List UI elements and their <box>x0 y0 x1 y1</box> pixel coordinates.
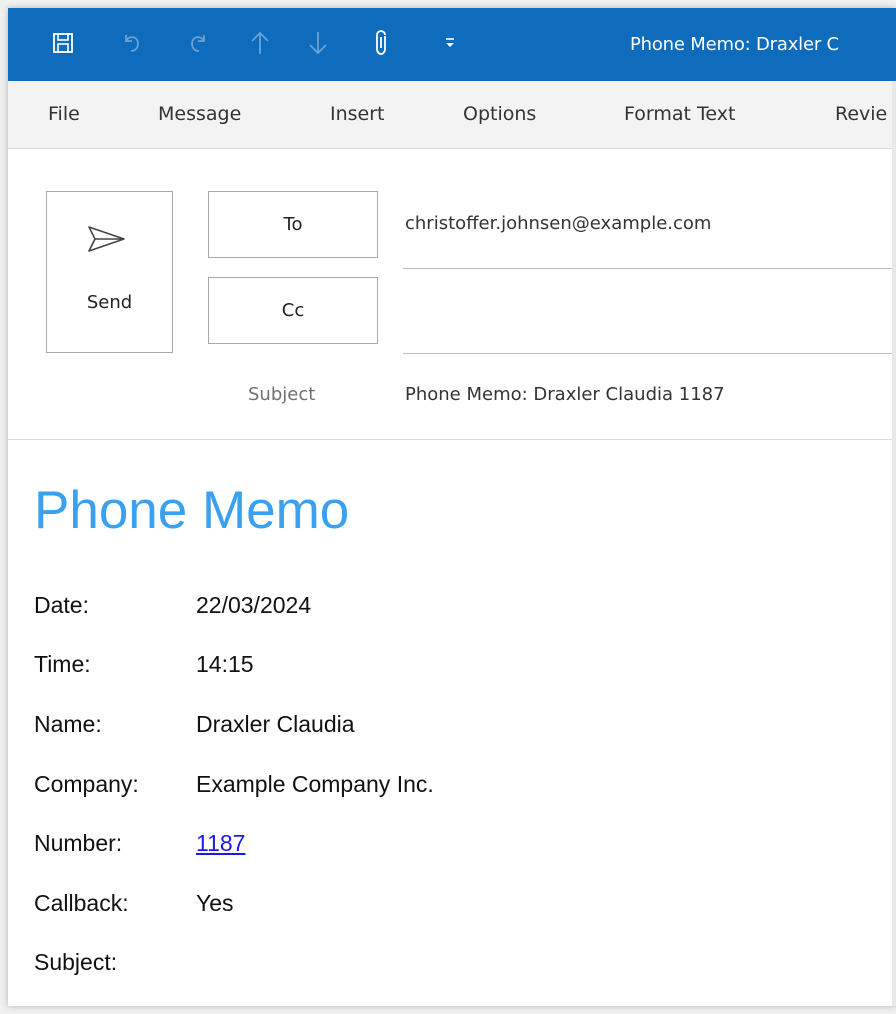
to-field-underline <box>403 268 896 269</box>
memo-company-label: Company: <box>34 771 139 797</box>
memo-callback-value: Yes <box>196 890 234 916</box>
redo-icon[interactable] <box>184 26 212 60</box>
memo-subject-label: Subject: <box>34 949 118 975</box>
menu-message[interactable]: Message <box>158 103 241 125</box>
memo-number-label: Number: <box>34 830 123 856</box>
menu-options[interactable]: Options <box>463 103 536 125</box>
memo-date-label: Date: <box>34 592 89 618</box>
cc-field[interactable] <box>405 300 885 326</box>
window-title: Phone Memo: Draxler C <box>630 34 839 55</box>
to-field[interactable]: christoffer.johnsen@example.com <box>405 213 711 234</box>
attach-icon[interactable] <box>368 26 396 60</box>
header-divider <box>8 439 896 440</box>
arrow-up-icon[interactable] <box>246 26 274 60</box>
arrow-down-icon[interactable] <box>304 26 332 60</box>
menu-file[interactable]: File <box>48 103 80 125</box>
subject-field[interactable]: Phone Memo: Draxler Claudia 1187 <box>405 384 725 405</box>
memo-date-value: 22/03/2024 <box>196 592 312 618</box>
menu-format-text[interactable]: Format Text <box>624 103 735 125</box>
send-label: Send <box>86 292 133 313</box>
memo-time-value: 14:15 <box>196 651 254 677</box>
title-bar: Phone Memo: Draxler C <box>8 8 896 81</box>
menu-bar: File Message Insert Options Format Text … <box>8 81 896 149</box>
memo-number-link[interactable]: 1187 <box>196 830 245 857</box>
memo-company-value: Example Company Inc. <box>196 771 434 797</box>
save-icon[interactable] <box>49 26 77 60</box>
memo-name-value: Draxler Claudia <box>196 711 355 737</box>
cc-button[interactable]: Cc <box>208 277 378 344</box>
right-edge <box>892 81 896 1006</box>
customize-toolbar-icon[interactable] <box>436 26 464 60</box>
memo-time-label: Time: <box>34 651 91 677</box>
subject-label: Subject <box>248 384 316 405</box>
send-button[interactable]: Send <box>46 191 173 353</box>
memo-callback-label: Callback: <box>34 890 129 916</box>
undo-icon[interactable] <box>118 26 146 60</box>
to-label: To <box>283 214 303 235</box>
send-icon <box>87 224 127 258</box>
cc-field-underline <box>403 353 896 354</box>
menu-review[interactable]: Revie <box>835 103 887 125</box>
compose-window: Phone Memo: Draxler C File Message Inser… <box>8 8 896 1006</box>
memo-name-label: Name: <box>34 711 102 737</box>
to-button[interactable]: To <box>208 191 378 258</box>
cc-label: Cc <box>281 300 305 321</box>
menu-insert[interactable]: Insert <box>330 103 385 125</box>
memo-title: Phone Memo <box>34 481 350 540</box>
